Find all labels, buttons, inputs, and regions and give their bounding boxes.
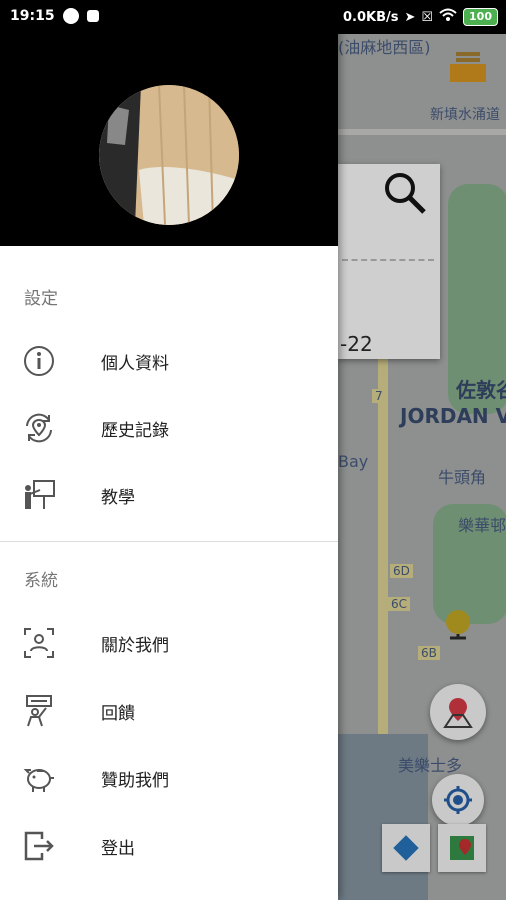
globe-icon — [446, 610, 470, 640]
menu-item-tutorial[interactable]: 教學 — [0, 462, 338, 528]
map-label: 佐敦谷 — [456, 378, 506, 402]
about-us-icon — [22, 626, 56, 660]
tray-icon — [450, 52, 486, 82]
status-bar: 19:15 0.0KB/s ➤ ☒ 100 — [0, 0, 506, 34]
navigation-drawer: 設定 個人資料 歷史記錄 教學 系統 關於我們 回饋 贊助我們 登出 — [0, 0, 338, 900]
piggy-bank-icon — [22, 761, 56, 795]
search-divider — [342, 259, 434, 261]
menu-item-logout[interactable]: 登出 — [0, 813, 338, 879]
map-label: 樂華邨 — [458, 516, 506, 535]
map-label: Bay — [338, 452, 369, 471]
open-maps-button[interactable] — [438, 824, 486, 872]
route-badge: 6D — [390, 564, 413, 578]
teaching-icon — [22, 478, 56, 512]
search-card[interactable]: -22 — [338, 164, 440, 359]
sim-off-icon: ☒ — [421, 9, 434, 25]
route-badge: 6B — [418, 646, 440, 660]
menu-item-about[interactable]: 關於我們 — [0, 610, 338, 676]
info-icon — [22, 344, 56, 378]
location-arrow-icon: ➤ — [404, 9, 416, 25]
history-location-icon — [22, 411, 56, 445]
logout-icon — [22, 829, 56, 863]
map-road — [338, 129, 506, 135]
feedback-icon — [22, 694, 56, 728]
my-location-icon — [444, 786, 472, 814]
map-label: 牛頭角 — [438, 468, 487, 487]
route-badge: 7 — [372, 389, 386, 403]
status-time: 19:15 — [10, 8, 55, 24]
map-label: JORDAN V — [400, 404, 506, 428]
directions-button[interactable] — [382, 824, 430, 872]
menu-item-label: 教學 — [101, 487, 135, 508]
net-speed: 0.0KB/s — [342, 9, 399, 25]
route-badge: 6C — [388, 597, 411, 611]
battery-indicator: 100 — [463, 8, 498, 26]
search-card-time: -22 — [340, 332, 373, 356]
notification-cat-icon — [86, 10, 99, 22]
search-icon[interactable] — [382, 170, 428, 220]
menu-item-donate[interactable]: 贊助我們 — [0, 745, 338, 811]
avatar[interactable] — [99, 85, 239, 225]
map-view[interactable]: (油麻地西區) 新填水涌道 佐敦谷 JORDAN V Bay 牛頭角 樂華邨 美… — [338, 34, 506, 900]
menu-item-label: 登出 — [101, 838, 135, 859]
route-pin-icon — [443, 698, 473, 728]
menu-item-profile[interactable]: 個人資料 — [0, 328, 338, 394]
my-location-button[interactable] — [432, 774, 484, 826]
map-label: (油麻地西區) — [338, 38, 431, 57]
status-right: 0.0KB/s ➤ ☒ 100 — [343, 8, 498, 26]
menu-item-history[interactable]: 歷史記錄 — [0, 395, 338, 461]
menu-item-label: 關於我們 — [101, 635, 169, 656]
menu-divider — [0, 541, 338, 542]
section-title-settings: 設定 — [24, 289, 58, 309]
globe-button[interactable] — [434, 602, 482, 650]
wifi-icon — [439, 8, 457, 26]
menu-item-label: 贊助我們 — [101, 770, 169, 791]
menu-item-label: 回饋 — [101, 703, 135, 724]
google-maps-icon — [450, 836, 474, 860]
menu-item-label: 歷史記錄 — [101, 420, 169, 441]
notification-app-icon — [62, 8, 79, 24]
status-left: 19:15 — [10, 8, 99, 24]
directions-icon — [393, 835, 419, 861]
map-label: 新填水涌道 — [430, 107, 500, 123]
menu-item-label: 個人資料 — [101, 353, 169, 374]
route-button[interactable] — [430, 684, 486, 740]
menu-item-feedback[interactable]: 回饋 — [0, 678, 338, 744]
map-label: 美樂士多 — [398, 756, 463, 775]
section-title-system: 系統 — [24, 571, 58, 591]
drawer-header — [0, 34, 338, 246]
tray-menu-button[interactable] — [446, 46, 490, 86]
